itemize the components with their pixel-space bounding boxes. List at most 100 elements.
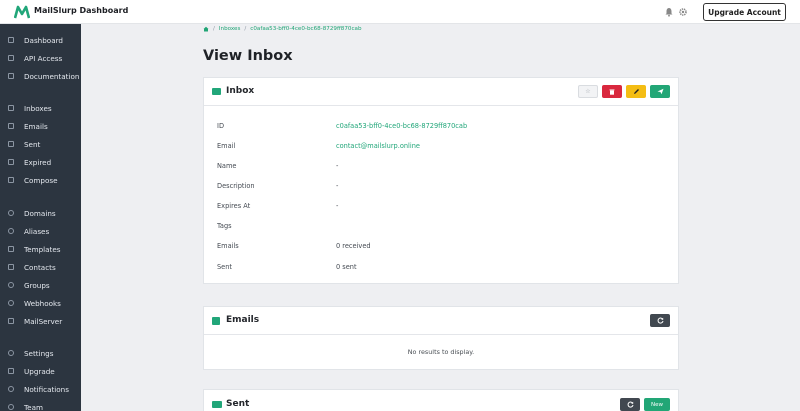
field-value-email[interactable]: contact@mailslurp.online: [336, 142, 420, 150]
sidebar-item-label: Emails: [24, 121, 48, 131]
sidebar-item-domains[interactable]: Domains: [0, 205, 81, 221]
inbox-tray-icon: [212, 317, 220, 325]
team-icon: [8, 404, 14, 410]
code-icon: [8, 55, 14, 61]
sidebar-item-team[interactable]: Team: [0, 399, 81, 411]
sidebar-item-label: Webhooks: [24, 298, 61, 308]
field-value-description: -: [336, 182, 339, 190]
inbox-card-header: Inbox ☆: [204, 78, 678, 106]
sidebar-item-upgrade[interactable]: Upgrade: [0, 363, 81, 379]
inbox-icon: [8, 105, 14, 111]
sidebar-item-label: Groups: [24, 280, 50, 290]
breadcrumb-inboxes-link[interactable]: Inboxes: [219, 26, 241, 32]
book-icon: [8, 73, 14, 79]
sidebar-item-api-access[interactable]: API Access: [0, 50, 81, 66]
paper-plane-icon: [657, 88, 663, 95]
server-icon: [8, 318, 14, 324]
sidebar-item-compose[interactable]: Compose: [0, 172, 81, 188]
sidebar-item-label: Domains: [24, 208, 56, 218]
home-icon[interactable]: [203, 26, 209, 32]
at-icon: [8, 228, 14, 234]
sidebar-item-label: Team: [24, 402, 43, 411]
sent-card-title: Sent: [226, 399, 250, 409]
sidebar-item-contacts[interactable]: Contacts: [0, 259, 81, 275]
groups-icon: [8, 282, 14, 288]
sidebar-item-label: MailServer: [24, 316, 63, 326]
sidebar-item-label: Contacts: [24, 262, 56, 272]
sidebar-item-label: Dashboard: [24, 35, 63, 45]
emails-card-title: Emails: [226, 315, 260, 325]
sidebar-item-notifications[interactable]: Notifications: [0, 381, 81, 397]
upgrade-account-button[interactable]: Upgrade Account: [703, 3, 786, 21]
send-icon: [8, 141, 14, 147]
sidebar-item-webhooks[interactable]: Webhooks: [0, 295, 81, 311]
field-label-id: ID: [217, 122, 225, 130]
sidebar-item-label: Aliases: [24, 226, 50, 236]
emails-card: Emails No results to display.: [203, 306, 679, 370]
pencil-icon: [633, 89, 639, 94]
send-email-button[interactable]: [650, 85, 670, 98]
sidebar-item-settings[interactable]: Settings: [0, 345, 81, 361]
globe-icon: [8, 210, 14, 216]
delete-button[interactable]: [602, 85, 622, 98]
sidebar-item-mailserver[interactable]: MailServer: [0, 313, 81, 329]
field-label-name: Name: [217, 162, 237, 170]
edit-button[interactable]: [626, 85, 646, 98]
breadcrumb: / Inboxes / c0afaa53-bff0-4ce0-bc68-8729…: [203, 26, 362, 32]
sidebar-item-label: Templates: [24, 244, 61, 254]
sent-card: Sent New: [203, 389, 679, 411]
truck-icon: [212, 401, 222, 408]
sidebar-item-inboxes[interactable]: Inboxes: [0, 100, 81, 116]
sent-card-header: Sent New: [204, 390, 678, 411]
field-label-sent: Sent: [217, 263, 233, 271]
sidebar-item-label: Expired: [24, 157, 52, 167]
field-label-email: Email: [217, 142, 236, 150]
new-sent-email-button[interactable]: New: [644, 398, 670, 411]
sidebar-item-documentation[interactable]: Documentation: [0, 68, 81, 84]
refresh-emails-button[interactable]: [650, 314, 670, 327]
trash-icon: [609, 89, 615, 95]
sidebar-item-dashboard[interactable]: Dashboard: [0, 32, 81, 48]
breadcrumb-separator: /: [244, 26, 247, 32]
gear-icon[interactable]: [678, 7, 688, 17]
compose-icon: [8, 177, 14, 183]
sidebar-item-label: Compose: [24, 175, 58, 185]
sidebar-item-label: Sent: [24, 139, 41, 149]
refresh-icon: [627, 401, 633, 408]
sidebar: Dashboard API Access Documentation Inbox…: [0, 24, 81, 411]
sidebar-item-expired[interactable]: Expired: [0, 154, 81, 170]
archive-icon: [8, 159, 14, 165]
contacts-icon: [8, 264, 14, 270]
sidebar-item-templates[interactable]: Templates: [0, 241, 81, 257]
breadcrumb-current: c0afaa53-bff0-4ce0-bc68-8729ff870cab: [250, 26, 362, 32]
template-icon: [8, 246, 14, 252]
sidebar-item-label: Inboxes: [24, 103, 52, 113]
bell-icon: [8, 386, 14, 392]
sidebar-item-label: API Access: [24, 53, 63, 63]
field-label-expires-at: Expires At: [217, 202, 251, 210]
webhook-icon: [8, 300, 14, 306]
brand-title[interactable]: MailSlurp Dashboard: [34, 6, 128, 15]
field-value-sent: 0 sent: [336, 263, 357, 271]
sidebar-item-sent[interactable]: Sent: [0, 136, 81, 152]
sidebar-item-label: Upgrade: [24, 366, 55, 376]
refresh-sent-button[interactable]: [620, 398, 640, 411]
sidebar-item-emails[interactable]: Emails: [0, 118, 81, 134]
dashboard-icon: [8, 37, 14, 43]
sidebar-item-aliases[interactable]: Aliases: [0, 223, 81, 239]
field-value-expires-at: -: [336, 202, 339, 210]
favorite-button[interactable]: ☆: [578, 85, 598, 98]
field-value-id[interactable]: c0afaa53-bff0-4ce0-bc68-8729ff870cab: [336, 122, 467, 130]
sidebar-item-groups[interactable]: Groups: [0, 277, 81, 293]
emails-empty-message: No results to display.: [407, 348, 475, 356]
field-label-tags: Tags: [217, 222, 232, 230]
page-title: View Inbox: [203, 48, 293, 64]
inbox-card-title: Inbox: [226, 86, 255, 96]
field-value-emails: 0 received: [336, 242, 371, 250]
field-label-emails: Emails: [217, 242, 239, 250]
breadcrumb-separator: /: [213, 26, 215, 32]
bell-icon[interactable]: [664, 7, 674, 17]
mailslurp-logo-icon[interactable]: [14, 5, 30, 19]
sidebar-item-label: Settings: [24, 348, 54, 358]
inbox-card: Inbox ☆ ID c0afaa53-bff0-4ce0-bc68-8729f…: [203, 77, 679, 284]
